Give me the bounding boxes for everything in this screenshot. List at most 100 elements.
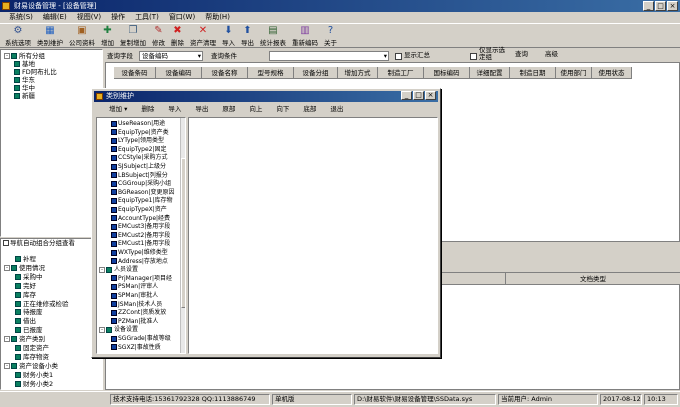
- close-button[interactable]: ×: [667, 1, 678, 11]
- scroll-thumb[interactable]: [181, 158, 185, 308]
- tree-item[interactable]: 新疆: [14, 92, 35, 100]
- system-options-button[interactable]: ⚙ 系统选项: [2, 23, 34, 47]
- tree-item[interactable]: 库存: [15, 291, 36, 299]
- tree-group[interactable]: - 资产设备小类: [4, 362, 58, 370]
- edit-button[interactable]: ✎ 修改: [149, 23, 168, 47]
- column-header[interactable]: 设备编码: [156, 67, 202, 79]
- menu-view[interactable]: 视图(V): [72, 12, 106, 23]
- asset-clear-button[interactable]: ✕ 资产清理: [187, 23, 219, 47]
- tree-item[interactable]: 库存物资: [15, 353, 49, 361]
- tree-item[interactable]: 财务小类1: [15, 371, 53, 379]
- advanced-button[interactable]: 高级: [545, 49, 558, 59]
- show-summary-checkbox[interactable]: [395, 53, 402, 60]
- import-button[interactable]: ⬇ 导入: [219, 23, 238, 47]
- menu-bar: 系统(S) 编辑(E) 视图(V) 操作 工具(T) 窗口(W) 帮助(H): [0, 12, 680, 23]
- node-icon: [111, 275, 117, 282]
- maximize-button[interactable]: □: [655, 1, 666, 11]
- dialog-maximize-button[interactable]: □: [413, 91, 424, 100]
- folder-icon: [15, 345, 21, 351]
- category-maintain-button[interactable]: ▦ 类别维护: [34, 23, 66, 47]
- collapse-icon[interactable]: -: [99, 266, 105, 273]
- nav-checkbox[interactable]: [3, 240, 9, 246]
- query-button[interactable]: 查询: [515, 49, 528, 59]
- query-field-select[interactable]: 设备编码 ▾: [139, 51, 203, 61]
- column-header[interactable]: 设备分组: [294, 67, 338, 79]
- tree-item[interactable]: 财务小类2: [15, 380, 53, 388]
- tree-item[interactable]: 待报废: [15, 308, 43, 316]
- tree-group[interactable]: - 使用情况: [4, 264, 45, 272]
- query-condition-select[interactable]: ▾: [269, 51, 389, 61]
- tree-item[interactable]: 补程: [15, 255, 36, 263]
- folder-icon: [15, 318, 21, 325]
- dialog-menu-item[interactable]: 导出: [188, 104, 215, 115]
- folder-icon: [15, 300, 21, 307]
- column-header[interactable]: 国标编码: [424, 67, 470, 79]
- collapse-icon[interactable]: -: [99, 326, 105, 333]
- report-button[interactable]: ▤ 统计报表: [257, 23, 289, 47]
- copy-add-button[interactable]: ❐ 复制增加: [117, 23, 149, 47]
- collapse-icon[interactable]: -: [4, 53, 10, 59]
- tree-item[interactable]: 基地: [14, 60, 35, 68]
- dialog-menu-item[interactable]: 导入: [161, 104, 188, 115]
- folder-icon: [14, 61, 20, 67]
- menu-help[interactable]: 帮助(H): [200, 12, 235, 23]
- dialog-menu-item[interactable]: 向上: [242, 104, 269, 115]
- tree-item[interactable]: 借出: [15, 317, 36, 325]
- tree-group[interactable]: - 资产类别: [4, 335, 45, 343]
- dialog-close-button[interactable]: ×: [425, 91, 436, 100]
- export-button[interactable]: ⬆ 导出: [238, 23, 257, 47]
- folder-icon: [14, 69, 20, 75]
- dialog-menu-item[interactable]: 向下: [269, 104, 296, 115]
- group-tree[interactable]: - 所有分组 基地 FD阿布扎比 华东 华中 新疆: [0, 49, 103, 237]
- column-header[interactable]: 使用状态: [592, 67, 632, 79]
- menu-edit[interactable]: 编辑(E): [38, 12, 72, 23]
- column-header[interactable]: 详细配置: [470, 67, 510, 79]
- recode-button[interactable]: ▥ 重新编码: [289, 23, 321, 47]
- dialog-menu-item[interactable]: 删除: [134, 104, 161, 115]
- minimize-button[interactable]: _: [643, 1, 654, 11]
- dialog-title-bar[interactable]: 类别维护 _ □ ×: [94, 91, 438, 102]
- tree-scrollbar[interactable]: [180, 118, 185, 353]
- dialog-minimize-button[interactable]: _: [401, 91, 412, 100]
- tree-item[interactable]: 完好: [15, 282, 36, 290]
- category-tree[interactable]: UseReason|用途 EquipType|资产类 LYType|领用类型 Equi…: [96, 117, 186, 354]
- column-header[interactable]: 制造日期: [510, 67, 556, 79]
- tree-root[interactable]: - 所有分组: [4, 52, 45, 60]
- tree-item[interactable]: FD阿布扎比: [14, 68, 57, 76]
- add-button[interactable]: ✚ 增加: [98, 23, 117, 47]
- column-header[interactable]: 文档类型: [506, 273, 680, 285]
- column-header[interactable]: 使用部门: [556, 67, 592, 79]
- dialog-menu-item[interactable]: 底部: [296, 104, 323, 115]
- collapse-icon[interactable]: -: [4, 264, 10, 271]
- dialog-menu-item[interactable]: 原部: [215, 104, 242, 115]
- tree-item[interactable]: 正在维修或检验: [15, 300, 69, 308]
- category-node[interactable]: SGXZ|事故性质: [111, 343, 161, 352]
- column-header[interactable]: 型号规格: [248, 67, 294, 79]
- menu-system[interactable]: 系统(S): [4, 12, 38, 23]
- dialog-menu-item[interactable]: 退出: [323, 104, 350, 115]
- folder-icon: [15, 353, 21, 360]
- menu-tools[interactable]: 工具(T): [130, 12, 164, 23]
- about-button[interactable]: ? 关于: [321, 23, 340, 47]
- column-header[interactable]: 制造工厂: [378, 67, 424, 79]
- show-checked-checkbox[interactable]: [470, 53, 477, 60]
- delete-button[interactable]: ✖ 删除: [168, 23, 187, 47]
- company-info-button[interactable]: ▣ 公司资料: [66, 23, 98, 47]
- menu-window[interactable]: 窗口(W): [164, 12, 200, 23]
- tree-item[interactable]: 固定资产: [15, 344, 49, 352]
- collapse-icon[interactable]: -: [4, 362, 10, 369]
- column-header[interactable]: 设备名称: [202, 67, 248, 79]
- tree-item[interactable]: 已报废: [15, 326, 43, 334]
- navigation-group-tree[interactable]: 导航自动组合分组查看 补程 - 使用情况 采购中 完好 库存 正在维修或检验 待报废 借出 已报废…: [0, 238, 103, 390]
- collapse-icon[interactable]: -: [4, 336, 10, 343]
- folder-icon: [15, 256, 21, 262]
- tree-item[interactable]: 华东: [14, 76, 35, 84]
- dialog-menu-item[interactable]: 增加 ▾: [102, 104, 134, 115]
- column-header[interactable]: 增加方式: [338, 67, 378, 79]
- folder-icon: [15, 291, 21, 298]
- menu-operate[interactable]: 操作: [106, 12, 130, 23]
- column-header[interactable]: 设备条码: [114, 67, 156, 79]
- tree-item[interactable]: 华中: [14, 84, 35, 92]
- tree-item[interactable]: 采购中: [15, 273, 43, 281]
- node-icon: [111, 318, 117, 325]
